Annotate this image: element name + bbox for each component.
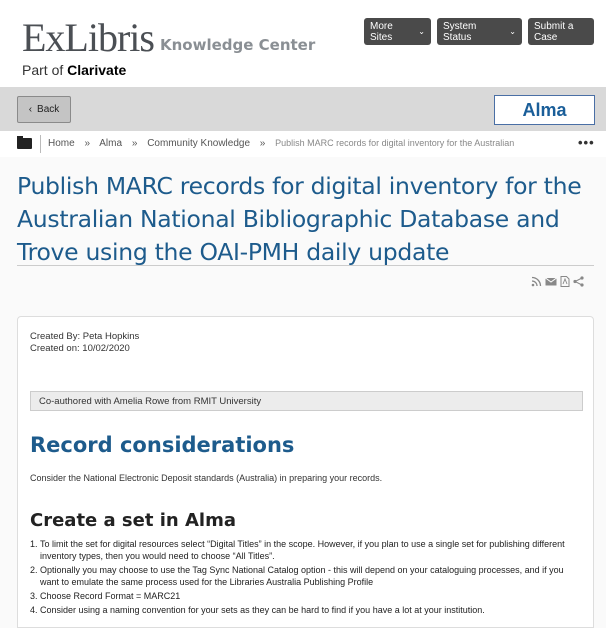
more-sites-button[interactable]: More Sites ⌄	[364, 18, 431, 45]
rss-icon[interactable]	[531, 276, 542, 287]
created-by: Created By: Peta Hopkins	[30, 331, 140, 342]
breadcrumb: Home » Alma » Community Knowledge » Publ…	[0, 131, 606, 157]
created-on: Created on: 10/02/2020	[30, 343, 130, 354]
site-header: ExLibris Knowledge Center Part of Clariv…	[0, 0, 606, 87]
article-meta: Created By: Peta Hopkins Created on: 10/…	[30, 331, 139, 355]
breadcrumb-separator: »	[84, 138, 91, 149]
list-item: 4. Consider using a naming convention fo…	[30, 605, 485, 615]
logo-brand: ExLibris	[22, 15, 155, 60]
nav-toolbar: ‹ Back Alma	[0, 87, 606, 131]
chevron-down-icon: ⌄	[418, 27, 425, 36]
chevron-down-icon: ⌄	[509, 27, 516, 36]
title-divider	[17, 265, 594, 266]
chevron-left-icon: ‹	[28, 104, 33, 115]
list-item: 1. To limit the set for digital resource…	[30, 539, 565, 561]
back-button[interactable]: ‹ Back	[17, 96, 71, 123]
breadcrumb-separator: »	[131, 138, 138, 149]
section-heading-create-set: Create a set in Alma	[30, 510, 236, 531]
breadcrumb-separator: »	[259, 138, 266, 149]
product-alma-button[interactable]: Alma	[494, 95, 595, 125]
share-icon[interactable]	[573, 276, 584, 287]
coauthor-note: Co-authored with Amelia Rowe from RMIT U…	[30, 391, 583, 411]
logo-part-of: Part of Clarivate	[22, 62, 127, 78]
more-icon[interactable]: •••	[578, 135, 595, 150]
list-item: 3. Choose Record Format = MARC21	[30, 591, 181, 601]
folder-icon[interactable]	[17, 136, 32, 149]
breadcrumb-home[interactable]: Home	[48, 138, 75, 149]
exlibris-logo[interactable]: ExLibris Knowledge Center Part of Clariv…	[22, 15, 316, 79]
breadcrumb-community-knowledge[interactable]: Community Knowledge	[147, 138, 250, 149]
list-item: 2. Optionally you may choose to use the …	[30, 565, 564, 587]
submit-case-button[interactable]: Submit a Case	[528, 18, 594, 45]
steps-list: 1. To limit the set for digital resource…	[30, 538, 585, 618]
breadcrumb-alma[interactable]: Alma	[99, 138, 122, 149]
email-icon[interactable]	[545, 276, 557, 287]
share-toolbar	[531, 276, 584, 287]
breadcrumb-divider	[40, 135, 41, 153]
section-paragraph: Consider the National Electronic Deposit…	[30, 473, 383, 483]
article-panel: Created By: Peta Hopkins Created on: 10/…	[17, 316, 594, 628]
system-status-button[interactable]: System Status ⌄	[437, 18, 522, 45]
section-heading-record-considerations: Record considerations	[30, 433, 295, 457]
page-title: Publish MARC records for digital invento…	[17, 172, 582, 266]
pdf-icon[interactable]	[560, 276, 570, 287]
logo-product: Knowledge Center	[159, 36, 316, 54]
breadcrumb-current: Publish MARC records for digital invento…	[275, 138, 515, 148]
